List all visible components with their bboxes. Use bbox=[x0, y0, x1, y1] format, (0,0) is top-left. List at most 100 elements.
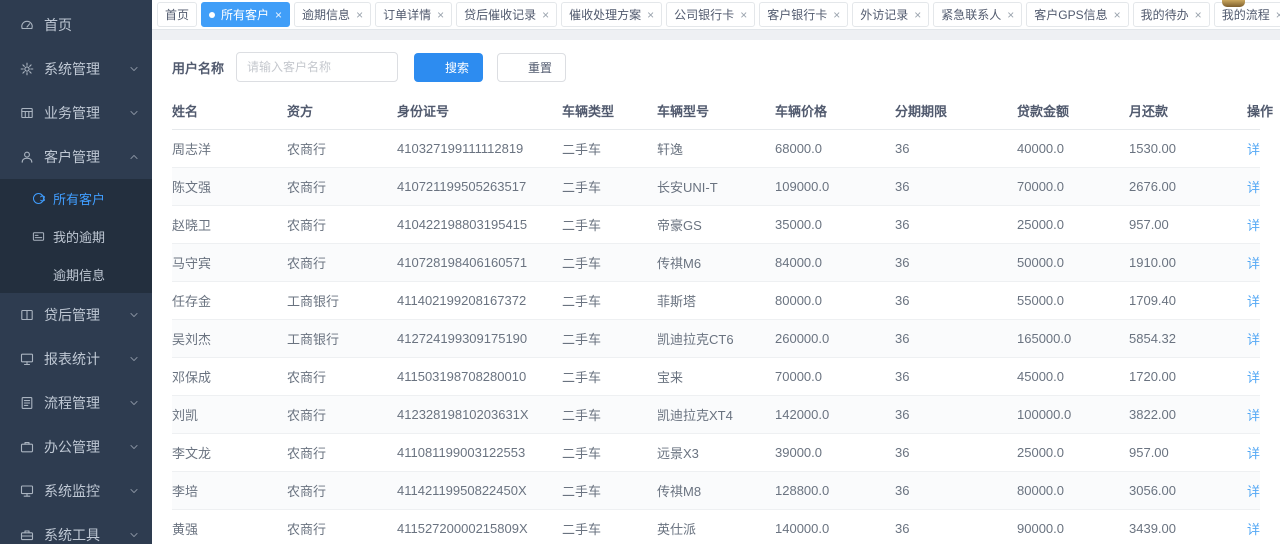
cell-model: 凯迪拉克CT6 bbox=[657, 320, 775, 358]
cell-loan: 25000.0 bbox=[1017, 206, 1129, 244]
tab-label: 我的流程 bbox=[1222, 6, 1270, 23]
detail-link[interactable]: 详情 bbox=[1247, 370, 1260, 385]
search-form: 用户名称 搜索 重置 bbox=[172, 52, 1260, 82]
tab-overdue-info[interactable]: 逾期信息× bbox=[294, 2, 371, 27]
table-row: 黄强农商行41152720000215809X二手车英仕派140000.0369… bbox=[172, 510, 1260, 544]
close-icon[interactable]: × bbox=[740, 9, 747, 21]
cell-term: 36 bbox=[895, 510, 1017, 544]
tab-emergency-contact[interactable]: 紧急联系人 × bbox=[933, 2, 1022, 27]
column-header-price: 车辆价格 bbox=[775, 92, 895, 130]
tab-my-todo[interactable]: 我的待办× bbox=[1133, 2, 1210, 27]
tab-label: 外访记录 bbox=[860, 6, 908, 23]
chevron-down-icon bbox=[128, 441, 140, 453]
cell-model: 传祺M8 bbox=[657, 472, 775, 510]
cell-name: 任存金 bbox=[172, 282, 287, 320]
sidebar-item-monitor[interactable]: 系统监控 bbox=[0, 469, 152, 513]
refresh-icon bbox=[511, 61, 523, 73]
close-icon[interactable]: × bbox=[437, 9, 444, 21]
sidebar-item-tools[interactable]: 系统工具 bbox=[0, 513, 152, 544]
close-icon[interactable]: × bbox=[647, 9, 654, 21]
sidebar-item-system[interactable]: 系统管理 bbox=[0, 47, 152, 91]
sidebar-item-label: 办公管理 bbox=[44, 437, 100, 457]
search-button[interactable]: 搜索 bbox=[414, 53, 483, 82]
cell-id: 410728198406160571 bbox=[397, 244, 562, 282]
cell-price: 70000.0 bbox=[775, 358, 895, 396]
cell-model: 菲斯塔 bbox=[657, 282, 775, 320]
cell-monthly: 1910.00 bbox=[1129, 244, 1247, 282]
tab-bar: 首页所有客户×逾期信息×订单详情×贷后催收记录×催收处理方案×公司银行卡×客户银… bbox=[152, 0, 1280, 30]
cell-action: 详情 bbox=[1247, 396, 1260, 434]
cell-type: 二手车 bbox=[562, 396, 657, 434]
tab-order-detail[interactable]: 订单详情× bbox=[375, 2, 452, 27]
sidebar-item-overdue-info[interactable]: 逾期信息 bbox=[0, 255, 152, 293]
close-icon[interactable]: × bbox=[356, 9, 363, 21]
cell-monthly: 957.00 bbox=[1129, 434, 1247, 472]
cell-price: 35000.0 bbox=[775, 206, 895, 244]
detail-link[interactable]: 详情 bbox=[1247, 408, 1260, 423]
detail-link[interactable]: 详情 bbox=[1247, 522, 1260, 537]
cell-id: 411402199208167372 bbox=[397, 282, 562, 320]
cell-loan: 45000.0 bbox=[1017, 358, 1129, 396]
sidebar-item-business[interactable]: 业务管理 bbox=[0, 91, 152, 135]
cell-id: 411081199003122553 bbox=[397, 434, 562, 472]
cell-price: 84000.0 bbox=[775, 244, 895, 282]
sidebar-item-loan-after[interactable]: 贷后管理 bbox=[0, 293, 152, 337]
cell-type: 二手车 bbox=[562, 510, 657, 544]
customer-name-input[interactable] bbox=[236, 52, 398, 82]
sidebar: 首页系统管理业务管理客户管理所有客户我的逾期逾期信息贷后管理报表统计流程管理办公… bbox=[0, 0, 152, 544]
close-icon[interactable]: × bbox=[1007, 9, 1014, 21]
tab-visit-record[interactable]: 外访记录 × bbox=[852, 2, 929, 27]
tab-collection-record[interactable]: 贷后催收记录× bbox=[456, 2, 557, 27]
table-header-row: 姓名资方身份证号车辆类型车辆型号车辆价格分期期限贷款金额月还款操作 bbox=[172, 92, 1260, 130]
tab-label: 紧急联系人 bbox=[941, 6, 1001, 23]
cell-monthly: 1530.00 bbox=[1129, 130, 1247, 168]
close-icon[interactable]: × bbox=[1276, 9, 1280, 21]
toolbox-icon bbox=[20, 528, 34, 542]
cell-funder: 工商银行 bbox=[287, 282, 397, 320]
sidebar-item-office[interactable]: 办公管理 bbox=[0, 425, 152, 469]
close-icon[interactable]: × bbox=[833, 9, 840, 21]
tab-home[interactable]: 首页 bbox=[157, 2, 197, 27]
close-icon[interactable]: × bbox=[1195, 9, 1202, 21]
chevron-down-icon bbox=[128, 107, 140, 119]
sidebar-item-customer[interactable]: 客户管理 bbox=[0, 135, 152, 179]
close-icon[interactable]: × bbox=[1114, 9, 1121, 21]
detail-link[interactable]: 详情 bbox=[1247, 484, 1260, 499]
detail-link[interactable]: 详情 bbox=[1247, 256, 1260, 271]
detail-link[interactable]: 详情 bbox=[1247, 180, 1260, 195]
sidebar-item-home[interactable]: 首页 bbox=[0, 3, 152, 47]
cell-action: 详情 bbox=[1247, 434, 1260, 472]
tab-company-bank-card[interactable]: 公司银行卡× bbox=[666, 2, 755, 27]
tab-customer-gps[interactable]: 客户GPS信息× bbox=[1026, 2, 1128, 27]
tab-collection-plan[interactable]: 催收处理方案× bbox=[561, 2, 662, 27]
tab-customer-bank-card[interactable]: 客户银行卡× bbox=[759, 2, 848, 27]
cell-funder: 农商行 bbox=[287, 168, 397, 206]
detail-link[interactable]: 详情 bbox=[1247, 142, 1260, 157]
close-icon[interactable]: × bbox=[542, 9, 549, 21]
cell-id: 412724199309175190 bbox=[397, 320, 562, 358]
sidebar-item-my-overdue[interactable]: 我的逾期 bbox=[0, 217, 152, 255]
sidebar-item-label: 系统监控 bbox=[44, 481, 100, 501]
cell-monthly: 2676.00 bbox=[1129, 168, 1247, 206]
cell-loan: 100000.0 bbox=[1017, 396, 1129, 434]
close-icon[interactable]: × bbox=[914, 9, 921, 21]
close-icon[interactable]: × bbox=[275, 9, 282, 21]
sidebar-item-label: 首页 bbox=[44, 15, 72, 35]
cell-funder: 农商行 bbox=[287, 244, 397, 282]
sidebar-item-all-customers[interactable]: 所有客户 bbox=[0, 179, 152, 217]
cell-action: 详情 bbox=[1247, 206, 1260, 244]
table-row: 陈文强农商行410721199505263517二手车长安UNI-T109000… bbox=[172, 168, 1260, 206]
sidebar-item-report[interactable]: 报表统计 bbox=[0, 337, 152, 381]
detail-link[interactable]: 详情 bbox=[1247, 294, 1260, 309]
cell-monthly: 3822.00 bbox=[1129, 396, 1247, 434]
cell-term: 36 bbox=[895, 434, 1017, 472]
cell-type: 二手车 bbox=[562, 320, 657, 358]
detail-link[interactable]: 详情 bbox=[1247, 446, 1260, 461]
detail-link[interactable]: 详情 bbox=[1247, 332, 1260, 347]
cell-loan: 90000.0 bbox=[1017, 510, 1129, 544]
detail-link[interactable]: 详情 bbox=[1247, 218, 1260, 233]
cell-funder: 农商行 bbox=[287, 510, 397, 544]
reset-button[interactable]: 重置 bbox=[497, 53, 566, 82]
sidebar-item-process[interactable]: 流程管理 bbox=[0, 381, 152, 425]
tab-all-customers[interactable]: 所有客户× bbox=[201, 2, 290, 27]
